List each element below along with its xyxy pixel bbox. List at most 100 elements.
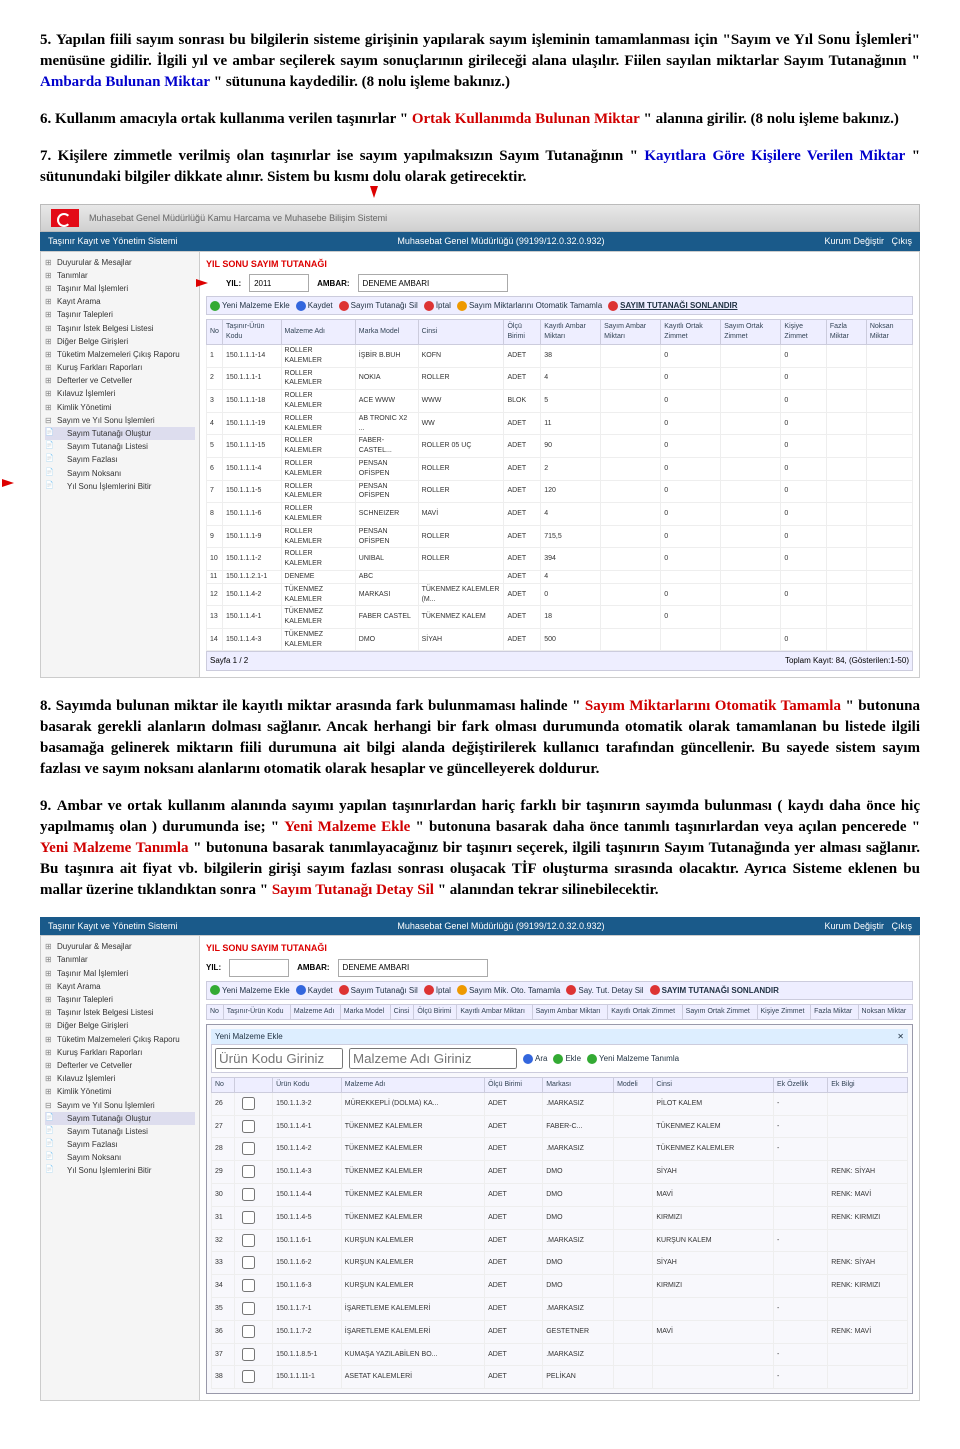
row-checkbox[interactable] [242, 1348, 255, 1361]
sidebar-item[interactable]: Sayım Tutanağı Oluştur [45, 427, 195, 440]
column-header[interactable]: Kayıtlı Ortak Zimmet [661, 320, 721, 345]
column-header[interactable]: Malzeme Adı [281, 320, 355, 345]
column-header[interactable]: Sayım Ortak Zimmet [721, 320, 781, 345]
table-row[interactable]: 31150.1.1.4-5TÜKENMEZ KALEMLERADETDMOKIR… [212, 1206, 908, 1229]
table-row[interactable]: 26150.1.1.3-2MÜREKKEPLİ (DOLMA) KA...ADE… [212, 1092, 908, 1115]
ekle-button[interactable]: Ekle [553, 1053, 581, 1064]
sidebar-item[interactable]: Sayım Tutanağı Listesi [45, 440, 195, 453]
sidebar-item[interactable]: Kayıt Arama [45, 295, 195, 308]
table-row[interactable]: 4150.1.1.1-19ROLLER KALEMLERAB TRONIC X2… [207, 412, 913, 435]
kaydet-button[interactable]: Kaydet [296, 985, 333, 996]
sidebar-item[interactable]: Yıl Sonu İşlemlerini Bitir [45, 480, 195, 493]
sidebar-item[interactable]: Kuruş Farkları Raporları [45, 361, 195, 374]
sidebar-item[interactable]: Tanımlar [45, 953, 195, 966]
sidebar-item[interactable]: Sayım ve Yıl Sonu İşlemleri [45, 414, 195, 427]
table-row[interactable]: 9150.1.1.1-9ROLLER KALEMLERPENSAN OFİSPE… [207, 525, 913, 548]
sonlandir-button[interactable]: SAYIM TUTANAĞI SONLANDIR [650, 985, 779, 996]
table-row[interactable]: 1150.1.1.1-14ROLLER KALEMLERİŞBİR B.BUHK… [207, 344, 913, 367]
table-row[interactable]: 30150.1.1.4-4TÜKENMEZ KALEMLERADETDMOMAV… [212, 1184, 908, 1207]
kaydet-button[interactable]: Kaydet [296, 300, 333, 311]
ara-button[interactable]: Ara [523, 1053, 547, 1064]
row-checkbox[interactable] [242, 1279, 255, 1292]
ambar-input[interactable] [358, 274, 508, 292]
row-checkbox[interactable] [242, 1256, 255, 1269]
yeni-malzeme-ekle-button[interactable]: Yeni Malzeme Ekle [210, 300, 290, 311]
sidebar-item[interactable]: Kimlik Yönetimi [45, 401, 195, 414]
row-checkbox[interactable] [242, 1120, 255, 1133]
column-header[interactable] [234, 1078, 272, 1093]
sidebar-item[interactable]: Taşınır Mal İşlemleri [45, 967, 195, 980]
table-row[interactable]: 27150.1.1.4-1TÜKENMEZ KALEMLERADETFABER-… [212, 1115, 908, 1138]
sidebar-item[interactable]: Sayım Noksanı [45, 1151, 195, 1164]
malzeme-adi-input[interactable] [349, 1048, 517, 1069]
column-header[interactable]: Ürün Kodu [273, 1078, 342, 1093]
column-header[interactable]: Malzeme Adı [341, 1078, 484, 1093]
sidebar-item[interactable]: Kuruş Farkları Raporları [45, 1046, 195, 1059]
pager[interactable]: Sayfa 1 / 2 Toplam Kayıt: 84, (Gösterile… [206, 651, 913, 670]
sidebar-item[interactable]: Sayım Fazlası [45, 453, 195, 466]
sidebar-item[interactable]: Sayım Tutanağı Listesi [45, 1125, 195, 1138]
table-row[interactable]: 10150.1.1.1-2ROLLER KALEMLERUNIBALROLLER… [207, 548, 913, 571]
sidebar-item[interactable]: Sayım Noksanı [45, 467, 195, 480]
sidebar-item[interactable]: Taşınır İstek Belgesi Listesi [45, 1006, 195, 1019]
row-checkbox[interactable] [242, 1325, 255, 1338]
sidebar-item[interactable]: Taşınır Mal İşlemleri [45, 282, 195, 295]
table-row[interactable]: 11150.1.1.2.1-1DENEMEABCADET4 [207, 570, 913, 583]
table-row[interactable]: 5150.1.1.1-15ROLLER KALEMLERFABER-CASTEL… [207, 435, 913, 458]
sidebar-item[interactable]: Defterler ve Cetveller [45, 1059, 195, 1072]
column-header[interactable]: Ek Özellik [774, 1078, 828, 1093]
row-checkbox[interactable] [242, 1165, 255, 1178]
sidebar-item[interactable]: Duyurular & Mesajlar [45, 256, 195, 269]
sidebar-item[interactable]: Yıl Sonu İşlemlerini Bitir [45, 1164, 195, 1177]
row-checkbox[interactable] [242, 1370, 255, 1383]
table-row[interactable]: 7150.1.1.1-5ROLLER KALEMLERPENSAN OFİSPE… [207, 480, 913, 503]
close-icon[interactable]: ✕ [897, 1031, 904, 1042]
data-grid[interactable]: NoTaşınır-Ürün KoduMalzeme AdıMarka Mode… [206, 319, 913, 651]
sidebar-item[interactable]: Sayım Tutanağı Oluştur [45, 1112, 195, 1125]
table-row[interactable]: 6150.1.1.1-4ROLLER KALEMLERPENSAN OFİSPE… [207, 457, 913, 480]
year-input[interactable] [249, 274, 309, 292]
yeni-malzeme-tanimla-button[interactable]: Yeni Malzeme Tanımla [587, 1053, 679, 1064]
sidebar-item[interactable]: Taşınır Talepleri [45, 993, 195, 1006]
sidebar-item[interactable]: Defterler ve Cetveller [45, 374, 195, 387]
column-header[interactable]: Markası [543, 1078, 614, 1093]
row-checkbox[interactable] [242, 1234, 255, 1247]
sidebar-item[interactable]: Diğer Belge Girişleri [45, 335, 195, 348]
sidebar-item[interactable]: Kayıt Arama [45, 980, 195, 993]
sidebar-item[interactable]: Kimlik Yönetimi [45, 1085, 195, 1098]
row-checkbox[interactable] [242, 1142, 255, 1155]
column-header[interactable]: No [207, 320, 223, 345]
row-checkbox[interactable] [242, 1097, 255, 1110]
row-checkbox[interactable] [242, 1211, 255, 1224]
sidebar-item[interactable]: Diğer Belge Girişleri [45, 1019, 195, 1032]
iptal-button[interactable]: İptal [424, 985, 451, 996]
sidebar-item[interactable]: Tüketim Malzemeleri Çıkış Raporu [45, 1033, 195, 1046]
table-row[interactable]: 2150.1.1.1-1ROLLER KALEMLERNOKIAROLLERAD… [207, 367, 913, 390]
sidebar-item[interactable]: Sayım ve Yıl Sonu İşlemleri [45, 1099, 195, 1112]
column-header[interactable]: No [212, 1078, 235, 1093]
ambar-input[interactable] [338, 959, 488, 977]
table-row[interactable]: 14150.1.1.4-3TÜKENMEZ KALEMLERDMOSİYAHAD… [207, 628, 913, 651]
table-row[interactable]: 36150.1.1.7-2İŞARETLEME KALEMLERİADETGES… [212, 1320, 908, 1343]
sidebar-item[interactable]: Duyurular & Mesajlar [45, 940, 195, 953]
table-row[interactable]: 38150.1.1.11-1ASETAT KALEMLERİADETPELİKA… [212, 1366, 908, 1389]
table-row[interactable]: 35150.1.1.7-1İŞARETLEME KALEMLERİADET.MA… [212, 1298, 908, 1321]
year-input[interactable] [229, 959, 289, 977]
column-header[interactable]: Ek Bilgi [828, 1078, 908, 1093]
column-header[interactable]: Fazla Miktar [826, 320, 866, 345]
tutanak-sil-button[interactable]: Sayım Tutanağı Sil [339, 300, 418, 311]
column-header[interactable]: Cinsi [418, 320, 504, 345]
yeni-malzeme-ekle-button[interactable]: Yeni Malzeme Ekle [210, 985, 290, 996]
sidebar-item[interactable]: Kılavuz İşlemleri [45, 387, 195, 400]
column-header[interactable]: Kayıtlı Ambar Miktarı [541, 320, 601, 345]
column-header[interactable]: Sayım Ambar Miktarı [601, 320, 661, 345]
sidebar-item[interactable]: Tüketim Malzemeleri Çıkış Raporu [45, 348, 195, 361]
otomatik-tamamla-button[interactable]: Sayım Miktarlarını Otomatik Tamamla [457, 300, 602, 311]
sonlandir-button[interactable]: SAYIM TUTANAĞI SONLANDIR [608, 300, 737, 311]
table-row[interactable]: 34150.1.1.6-3KURŞUN KALEMLERADETDMOKIRMI… [212, 1275, 908, 1298]
detay-sil-button[interactable]: Say. Tut. Detay Sil [566, 985, 643, 996]
sidebar-item[interactable]: Taşınır İstek Belgesi Listesi [45, 322, 195, 335]
sidebar-item[interactable]: Taşınır Talepleri [45, 308, 195, 321]
table-row[interactable]: 29150.1.1.4-3TÜKENMEZ KALEMLERADETDMOSİY… [212, 1161, 908, 1184]
column-header[interactable]: Kişiye Zimmet [781, 320, 826, 345]
